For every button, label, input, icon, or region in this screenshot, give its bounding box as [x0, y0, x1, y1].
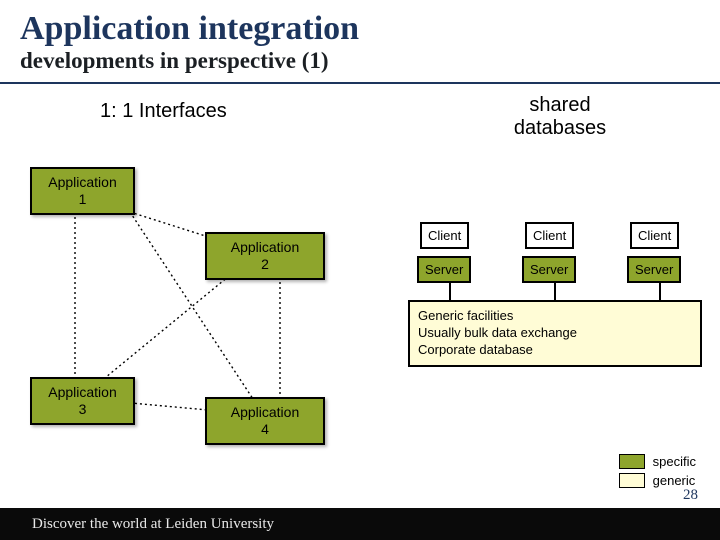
heading-interfaces: 1: 1 Interfaces — [100, 100, 227, 123]
box-application-3: Application 3 — [30, 377, 135, 425]
box-application-2: Application 2 — [205, 232, 325, 280]
box-application-1: Application 1 — [30, 167, 135, 215]
legend-generic: generic — [619, 473, 696, 488]
generic-line-1: Generic facilities — [418, 308, 692, 325]
legend-specific: specific — [619, 454, 696, 469]
label-server-3: Server — [627, 256, 681, 283]
label-client-1: Client — [420, 222, 469, 249]
swatch-specific — [619, 454, 645, 469]
label-server-2: Server — [522, 256, 576, 283]
slide-subtitle: developments in perspective (1) — [0, 48, 720, 84]
page-number: 28 — [683, 487, 698, 504]
label-client-2: Client — [525, 222, 574, 249]
swatch-generic — [619, 473, 645, 488]
generic-line-3: Corporate database — [418, 342, 692, 359]
generic-line-2: Usually bulk data exchange — [418, 325, 692, 342]
heading-shared-db: shared databases — [500, 94, 620, 140]
box-generic-facilities: Generic facilities Usually bulk data exc… — [408, 300, 702, 367]
legend-specific-label: specific — [653, 454, 696, 469]
label-client-3: Client — [630, 222, 679, 249]
label-server-1: Server — [417, 256, 471, 283]
footer-tagline: Discover the world at Leiden University — [0, 508, 720, 540]
diagram-area: Application 1 Application 2 Application … — [0, 152, 720, 492]
slide-title: Application integration — [0, 0, 720, 48]
legend-generic-label: generic — [653, 473, 696, 488]
box-application-4: Application 4 — [205, 397, 325, 445]
